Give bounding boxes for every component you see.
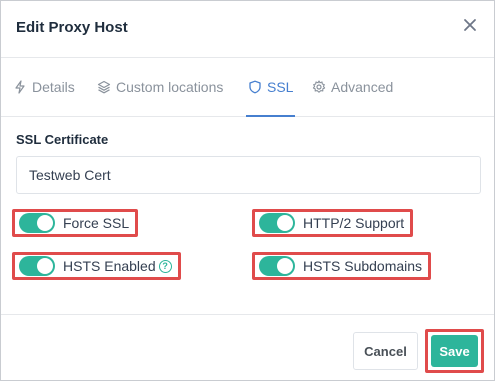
ssl-certificate-value: Testweb Cert [29, 167, 111, 183]
edit-proxy-host-dialog: Edit Proxy Host Details Custom locations… [0, 0, 495, 381]
tab-details[interactable]: Details [13, 58, 75, 116]
question-circle-icon[interactable]: ? [158, 259, 172, 273]
force-ssl-label: Force SSL [63, 215, 130, 231]
tab-custom-locations[interactable]: Custom locations [97, 58, 223, 116]
dialog-footer: Cancel Save [1, 314, 494, 381]
tab-details-label: Details [32, 79, 75, 95]
save-button[interactable]: Save [431, 335, 478, 367]
http2-support-label: HTTP/2 Support [303, 215, 405, 231]
dialog-header: Edit Proxy Host [1, 1, 494, 58]
shield-icon [249, 80, 261, 94]
hsts-subdomains-switch[interactable] [259, 256, 295, 276]
hsts-subdomains-label: HSTS Subdomains [303, 258, 423, 274]
tab-custom-locations-label: Custom locations [116, 79, 224, 95]
hsts-enabled-label: HSTS Enabled [63, 258, 156, 274]
cancel-button[interactable]: Cancel [353, 332, 418, 370]
tab-advanced[interactable]: Advanced [312, 58, 393, 116]
hsts-enabled-toggle[interactable]: HSTS Enabled ? [12, 252, 181, 280]
dialog-title: Edit Proxy Host [16, 19, 128, 36]
tab-bar: Details Custom locations SSL Advanced [1, 58, 494, 117]
close-icon[interactable] [461, 16, 479, 34]
lightning-icon [15, 80, 25, 94]
tab-advanced-label: Advanced [331, 79, 394, 95]
ssl-certificate-label: SSL Certificate [16, 132, 109, 147]
layers-icon [97, 80, 111, 94]
http2-support-toggle[interactable]: HTTP/2 Support [252, 209, 414, 237]
tab-ssl[interactable]: SSL [245, 58, 296, 117]
force-ssl-switch[interactable] [19, 213, 55, 233]
tab-ssl-label: SSL [267, 79, 294, 95]
hsts-subdomains-toggle[interactable]: HSTS Subdomains [252, 252, 432, 280]
ssl-certificate-select[interactable]: Testweb Cert [16, 156, 481, 194]
force-ssl-toggle[interactable]: Force SSL [12, 209, 139, 237]
gear-icon [312, 80, 326, 93]
http2-support-switch[interactable] [259, 213, 295, 233]
hsts-enabled-switch[interactable] [19, 256, 55, 276]
